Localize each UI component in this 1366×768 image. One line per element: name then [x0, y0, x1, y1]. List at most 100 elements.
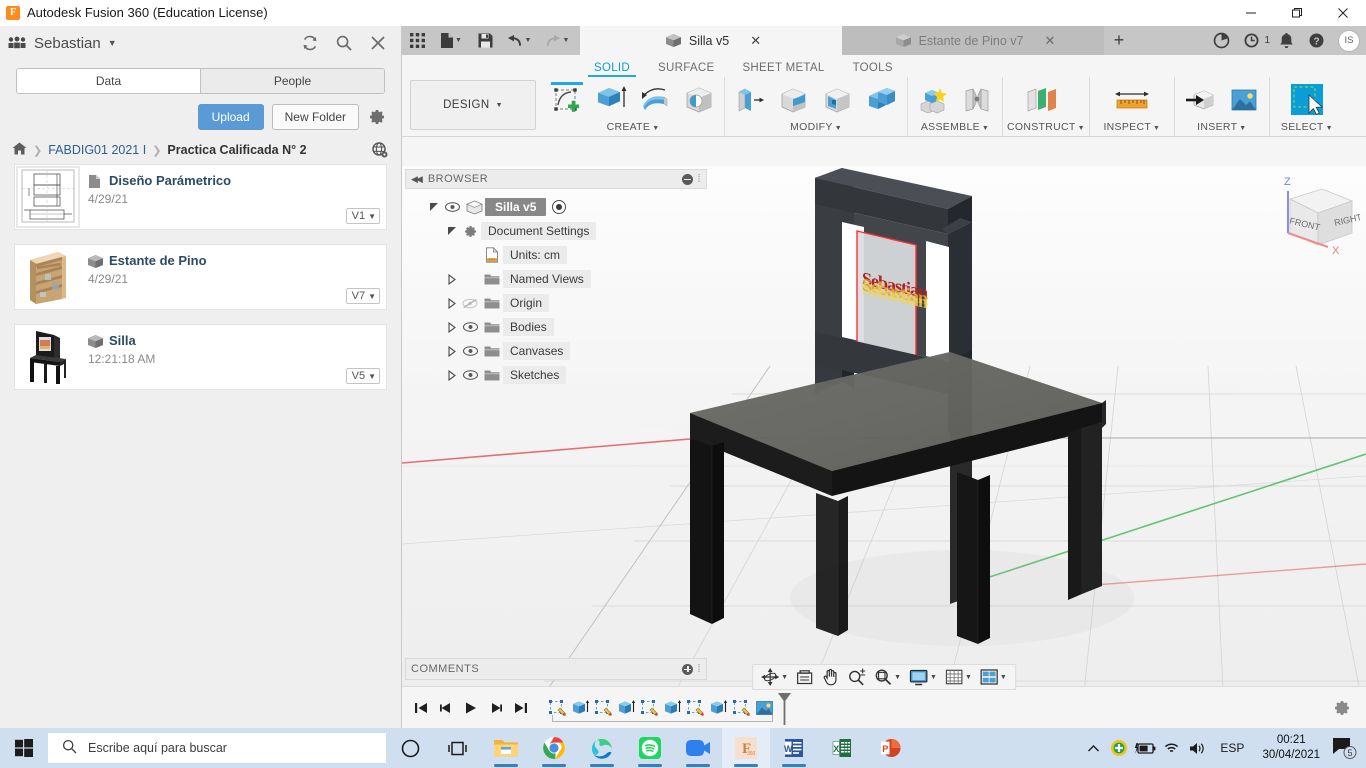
tab-data[interactable]: Data: [17, 69, 200, 93]
file-name[interactable]: Estante de Pino: [109, 253, 207, 268]
timeline-feature-sketch[interactable]: [546, 696, 569, 720]
version-badge[interactable]: V1 ▼: [345, 208, 380, 224]
visibility-eye-icon[interactable]: [441, 202, 463, 212]
tree-node-units[interactable]: Units: cm: [405, 243, 707, 267]
tree-node-canvases[interactable]: Canvases: [405, 339, 707, 363]
collapse-left-icon[interactable]: ◀◀: [411, 174, 423, 185]
step-forward-icon[interactable]: [485, 696, 507, 720]
document-tab-estante[interactable]: Estante de Pino v7 ✕: [842, 26, 1104, 55]
gear-icon[interactable]: [367, 107, 387, 127]
expanded-arrow-icon[interactable]: [445, 226, 459, 236]
display-settings-icon[interactable]: ▼: [905, 665, 941, 689]
ribbon-group-label-select[interactable]: SELECT ▼: [1274, 121, 1340, 136]
browser-minimize-icon[interactable]: [682, 173, 694, 185]
ribbon-group-label-inspect[interactable]: INSPECT ▼: [1094, 121, 1170, 136]
comments-grip[interactable]: ⁞: [697, 663, 701, 675]
task-view-icon[interactable]: [434, 728, 482, 768]
close-panel-icon[interactable]: [367, 32, 389, 54]
timeline-feature-extrude[interactable]: [661, 696, 684, 720]
tab-tools[interactable]: TOOLS: [839, 62, 907, 77]
go-to-end-icon[interactable]: [510, 696, 532, 720]
wifi-icon[interactable]: [1158, 728, 1184, 768]
timeline-feature-extrude[interactable]: [707, 696, 730, 720]
tree-node-named-views[interactable]: Named Views: [405, 267, 707, 291]
save-icon[interactable]: [470, 26, 500, 55]
new-document-tab-button[interactable]: +: [1104, 26, 1134, 55]
document-tab-silla[interactable]: Silla v5 ✕: [580, 26, 842, 55]
globe-icon[interactable]: [371, 141, 389, 159]
3d-viewport[interactable]: Sebastian Sebastian Sebastian ◀◀ BROWSER…: [402, 166, 1366, 712]
activate-component-radio[interactable]: [552, 200, 567, 214]
workspace-switcher[interactable]: DESIGN ▼: [410, 80, 536, 130]
chevron-down-icon[interactable]: ▼: [563, 37, 570, 44]
visibility-eye-icon[interactable]: [459, 346, 481, 356]
combine-icon[interactable]: [861, 81, 903, 119]
powerpoint-icon[interactable]: P: [866, 728, 914, 768]
cortana-icon[interactable]: [386, 728, 434, 768]
visibility-eye-icon[interactable]: [459, 322, 481, 332]
ribbon-group-label-construct[interactable]: CONSTRUCT ▼: [1007, 121, 1085, 136]
look-at-icon[interactable]: [792, 665, 817, 689]
battery-icon[interactable]: [1132, 728, 1158, 768]
language-indicator[interactable]: ESP: [1210, 741, 1254, 755]
help-icon[interactable]: ?: [1302, 26, 1330, 55]
upload-button[interactable]: Upload: [197, 104, 264, 130]
tree-node-root[interactable]: Silla v5: [405, 195, 707, 219]
canvas-icon[interactable]: [1223, 81, 1265, 119]
close-button[interactable]: [1320, 0, 1366, 26]
volume-icon[interactable]: [1184, 728, 1210, 768]
tray-expand-icon[interactable]: [1080, 728, 1106, 768]
user-name[interactable]: Sebastian: [34, 35, 101, 52]
version-badge[interactable]: V5 ▼: [345, 368, 380, 384]
measure-icon[interactable]: [1108, 81, 1156, 119]
microsoft-edge-icon[interactable]: [578, 728, 626, 768]
version-badge[interactable]: V7 ▼: [345, 288, 380, 304]
maximize-button[interactable]: [1274, 0, 1320, 26]
home-icon[interactable]: [12, 142, 27, 158]
action-center-icon[interactable]: 5: [1328, 728, 1362, 768]
chevron-down-icon[interactable]: ▼: [1000, 674, 1007, 681]
timeline-feature-sketch[interactable]: [684, 696, 707, 720]
windows-start-icon[interactable]: [0, 728, 48, 768]
tab-surface[interactable]: SURFACE: [644, 62, 728, 77]
excel-icon[interactable]: X: [818, 728, 866, 768]
grid-snap-icon[interactable]: ▼: [941, 665, 976, 689]
redo-icon[interactable]: ▼: [538, 26, 576, 55]
press-pull-icon[interactable]: [729, 81, 771, 119]
new-component-icon[interactable]: [912, 81, 954, 119]
revolve-icon[interactable]: [634, 81, 676, 119]
file-name[interactable]: Silla: [109, 333, 136, 348]
zoom-icon[interactable]: [843, 665, 870, 689]
joint-icon[interactable]: [956, 81, 998, 119]
search-icon[interactable]: [333, 32, 355, 54]
chevron-down-icon[interactable]: ▼: [930, 674, 937, 681]
timeline-settings-gear-icon[interactable]: [1332, 698, 1352, 718]
chevron-down-icon[interactable]: ▼: [965, 674, 972, 681]
undo-icon[interactable]: ▼: [500, 26, 538, 55]
clock[interactable]: 00:21 30/04/2021: [1254, 733, 1328, 763]
create-sketch-icon[interactable]: [546, 81, 588, 119]
minimize-button[interactable]: [1228, 0, 1274, 26]
new-folder-button[interactable]: New Folder: [271, 104, 359, 130]
avatar[interactable]: IS: [1338, 29, 1360, 52]
tree-node-bodies[interactable]: Bodies: [405, 315, 707, 339]
fusion360-icon[interactable]: F 360: [722, 728, 770, 768]
fit-icon[interactable]: ▼: [870, 665, 905, 689]
orbit-icon[interactable]: ▼: [757, 665, 792, 689]
word-icon[interactable]: W: [770, 728, 818, 768]
play-icon[interactable]: [460, 696, 482, 720]
tree-node-origin[interactable]: Origin: [405, 291, 707, 315]
tree-node-document-settings[interactable]: Document Settings: [405, 219, 707, 243]
collapsed-arrow-icon[interactable]: [445, 321, 459, 333]
collapsed-arrow-icon[interactable]: [445, 273, 459, 285]
breadcrumb-folder[interactable]: Practica Calificada N° 2: [167, 143, 306, 157]
tab-solid[interactable]: SOLID: [580, 62, 644, 78]
notifications-bell-icon[interactable]: [1272, 26, 1300, 55]
timeline-feature-sketch[interactable]: [638, 696, 661, 720]
timeline-end-marker[interactable]: [778, 692, 791, 725]
ribbon-group-label-assemble[interactable]: ASSEMBLE ▼: [912, 121, 998, 136]
ribbon-group-label-insert[interactable]: INSERT ▼: [1179, 121, 1265, 136]
search-input[interactable]: Escribe aquí para buscar: [48, 733, 386, 763]
refresh-icon[interactable]: [299, 32, 321, 54]
go-to-beginning-icon[interactable]: [410, 696, 432, 720]
